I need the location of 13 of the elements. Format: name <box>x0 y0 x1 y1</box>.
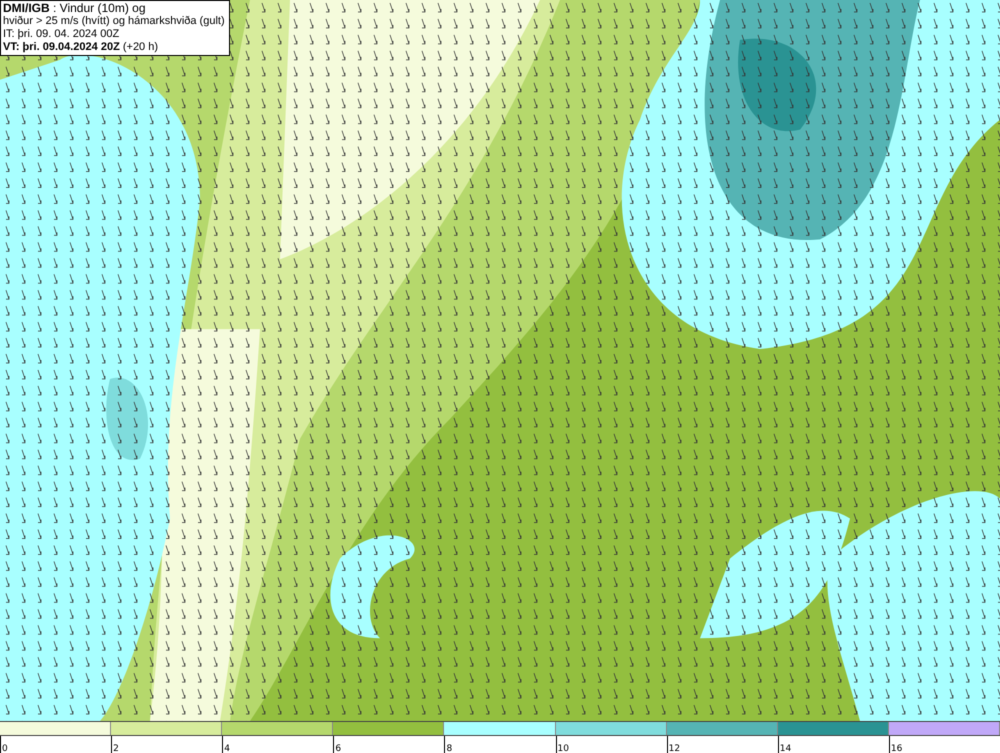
legend-label: 10 <box>556 743 569 753</box>
legend-label: 0 <box>1 743 8 753</box>
legend-label: 14 <box>778 743 792 753</box>
legend-label: 6 <box>334 743 342 753</box>
legend-label: 4 <box>223 743 230 753</box>
legend-label: 16 <box>890 743 902 753</box>
header-text: IT: þri. 09. 04. 2024 00Z <box>3 28 120 41</box>
header-text: hviður > 25 m/s (hvítt) og hámarkshviða (gult) <box>3 15 225 28</box>
header-text: VT: þri. 09.04.2024 20Z (+20 h) <box>3 41 160 54</box>
legend-label: 2 <box>112 743 119 753</box>
legend-label: 8 <box>445 743 452 753</box>
legend-label: 12 <box>668 743 680 753</box>
header-text: DMI/IGB : Vindur (10m) og <box>3 2 146 15</box>
